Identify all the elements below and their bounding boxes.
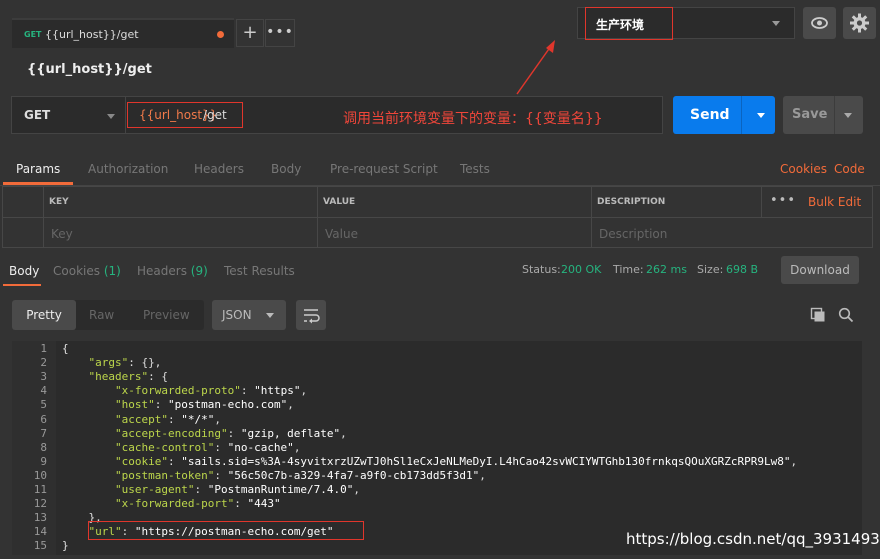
status-label: Status: [522,263,561,276]
time-label: Time: [613,263,644,276]
line-number: 14 [33,525,47,539]
params-table [2,186,873,248]
view-pretty-button[interactable]: Pretty [12,300,76,330]
code-line: "cache-control": "no-cache", [114,440,301,454]
line-number: 9 [40,454,47,468]
more-icon[interactable]: ••• [770,193,796,208]
save-button[interactable]: Save [783,96,863,134]
line-number: 15 [33,539,47,553]
method-label: GET [24,108,51,122]
time-value[interactable]: 262 ms [646,263,687,276]
url-path: /get [203,108,227,122]
key-column-header: KEY [49,197,69,207]
copy-icon[interactable] [810,307,826,323]
size-label: Size: [697,263,724,276]
code-line: "x-forwarded-port": "443" [114,497,281,511]
code-line: "postman-token": "56c50c7b-a329-4fa7-a9f… [114,468,486,482]
wrap-lines-button[interactable] [296,300,326,330]
description-column-header: DESCRIPTION [597,197,666,207]
tab-body[interactable]: Body [271,162,301,176]
format-label: JSON [222,308,252,322]
url-line-highlight-box [88,521,364,540]
tab-tests[interactable]: Tests [460,162,490,176]
line-number: 2 [40,356,47,370]
description-input[interactable]: Description [599,227,667,241]
chevron-down-icon [107,114,115,119]
tab-headers[interactable]: Headers [194,162,244,176]
chevron-down-icon [266,313,274,318]
send-label: Send [690,107,730,123]
response-tab-body[interactable]: Body [9,264,39,278]
tab-pre-request-script[interactable]: Pre-request Script [330,162,438,176]
annotation-text: 调用当前环境变量下的变量：{{变量名}} [343,111,603,127]
line-number: 3 [40,370,47,384]
line-number: 1 [40,342,47,355]
line-number: 11 [33,483,47,496]
method-select[interactable]: GET [11,96,125,134]
code-line: "host": "postman-echo.com", [114,398,294,412]
wrap-icon [304,309,320,324]
line-number: 10 [33,468,47,482]
line-number: 4 [40,384,47,398]
line-number: 13 [33,511,47,525]
code-line: } [62,539,69,553]
code-line: "user-agent": "PostmanRuntime/7.4.0", [114,483,361,496]
params-header-row [3,187,872,218]
save-label: Save [792,107,828,122]
code-line: "cookie": "sails.sid=s%3A-4syvitxrzUZwTJ… [114,454,798,468]
chevron-down-icon[interactable] [757,113,765,118]
send-button[interactable]: Send [673,96,775,134]
view-raw-button[interactable]: Raw [89,308,114,322]
response-tab-headers[interactable]: Headers (9) [137,264,208,278]
size-value[interactable]: 698 B [726,263,758,276]
watermark: https://blog.csdn.net/qq_39314932 [626,530,880,548]
search-icon[interactable] [838,307,854,323]
code-line: "headers": { [88,370,168,384]
format-select[interactable]: JSON [212,300,286,330]
chevron-down-icon[interactable] [844,113,852,118]
status-value[interactable]: 200 OK [561,263,601,276]
code-line: { [62,342,69,355]
response-tab-test-results[interactable]: Test Results [224,264,295,278]
active-response-tab-indicator [3,284,41,286]
line-number: 6 [40,412,47,426]
line-number: 12 [33,497,47,511]
code-line: "accept": "*/*", [114,412,221,426]
line-number: 8 [40,440,47,454]
tab-params[interactable]: Params [16,162,60,176]
view-preview-button[interactable]: Preview [143,308,190,322]
download-button[interactable]: Download [781,256,859,284]
code-line: "accept-encoding": "gzip, deflate", [114,426,347,440]
tab-authorization[interactable]: Authorization [88,162,168,176]
code-line: "x-forwarded-proto": "https", [114,384,308,398]
value-input[interactable]: Value [325,227,358,241]
request-title: {{url_host}}/get [27,62,152,77]
code-line: "args": {}, [88,356,162,370]
cookies-link[interactable]: Cookies [780,162,827,176]
response-tab-cookies[interactable]: Cookies (1) [53,264,121,278]
key-input[interactable]: Key [51,227,73,241]
value-column-header: VALUE [323,197,356,207]
code-link[interactable]: Code [834,162,865,176]
line-number: 7 [40,426,47,440]
bulk-edit-link[interactable]: Bulk Edit [808,195,861,209]
line-number: 5 [40,398,47,412]
